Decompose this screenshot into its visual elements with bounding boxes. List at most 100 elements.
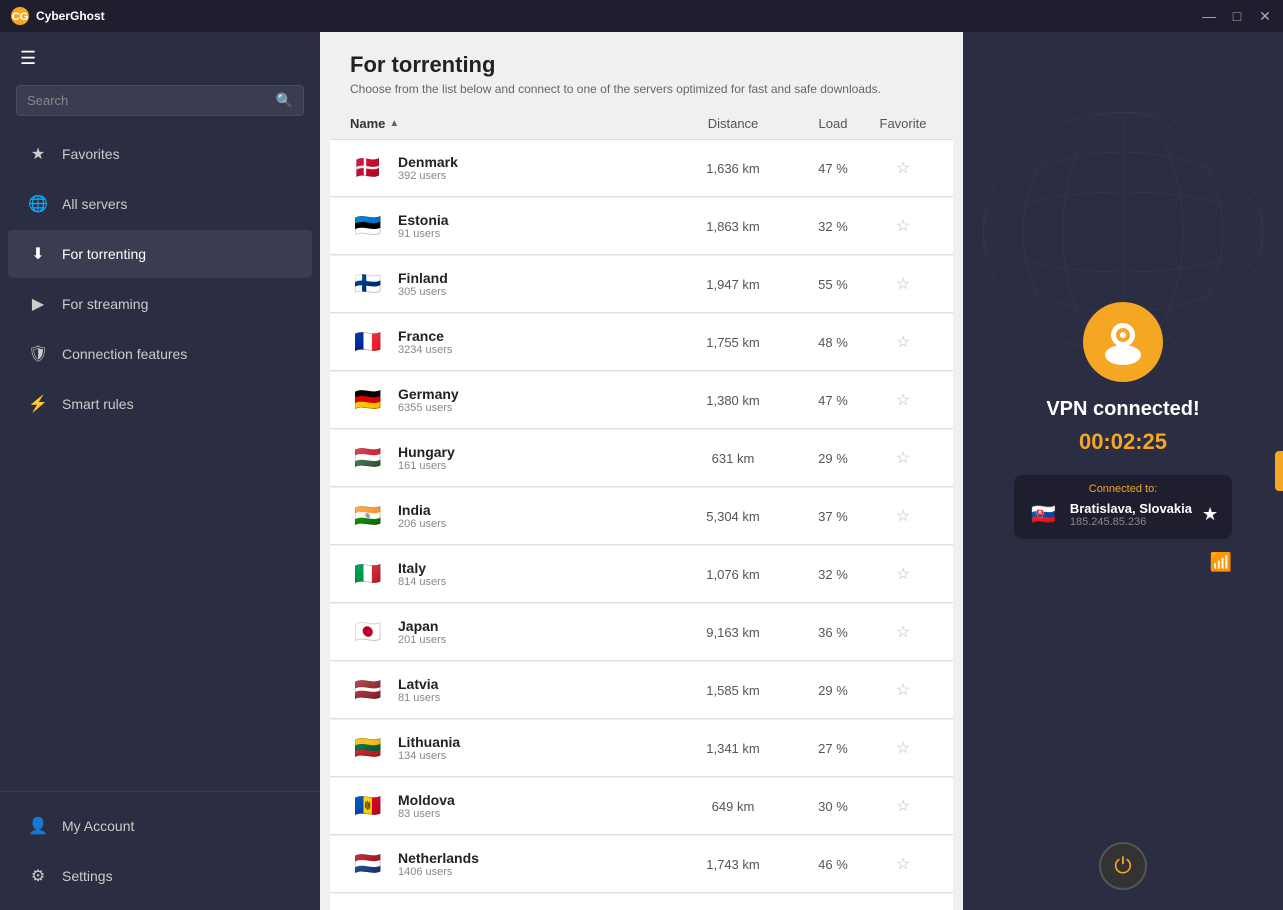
- load-value: 48 %: [793, 335, 873, 350]
- signal-bars-icon: 📶: [1210, 552, 1232, 573]
- server-rows: 🇩🇰 Denmark 392 users 1,636 km 47 % ☆ 🇪🇪 …: [330, 140, 953, 910]
- distance-value: 1,585 km: [673, 683, 793, 698]
- table-row[interactable]: 🇯🇵 Japan 201 users 9,163 km 36 % ☆: [330, 604, 953, 661]
- sidebar-item-my-account[interactable]: 👤 My Account: [8, 802, 312, 850]
- flag-moldova: 🇲🇩: [350, 788, 386, 824]
- flag-japan: 🇯🇵: [350, 614, 386, 650]
- user-count: 134 users: [398, 750, 673, 762]
- vpn-timer: 00:02:25: [1079, 429, 1167, 455]
- search-icon: 🔍: [276, 92, 293, 109]
- sidebar-item-settings[interactable]: ⚙ Settings: [8, 852, 312, 900]
- sidebar-item-favorites[interactable]: ★ Favorites: [8, 130, 312, 178]
- favorite-star-icon[interactable]: ☆: [873, 796, 933, 816]
- distance-value: 1,743 km: [673, 857, 793, 872]
- connected-ip: 185.245.85.236: [1070, 516, 1192, 528]
- sidebar-item-smart-rules[interactable]: ⚡ Smart rules: [8, 380, 312, 428]
- server-info: Finland 305 users: [398, 270, 673, 298]
- distance-value: 1,947 km: [673, 277, 793, 292]
- server-info: Moldova 83 users: [398, 792, 673, 820]
- distance-value: 1,636 km: [673, 161, 793, 176]
- sort-arrow-icon: ▲: [389, 118, 399, 129]
- load-value: 29 %: [793, 683, 873, 698]
- table-row[interactable]: 🇱🇹 Lithuania 134 users 1,341 km 27 % ☆: [330, 720, 953, 777]
- expand-panel-button[interactable]: »: [1275, 451, 1283, 491]
- favorite-star-icon[interactable]: ☆: [873, 564, 933, 584]
- favorite-star-icon[interactable]: ☆: [873, 622, 933, 642]
- table-row[interactable]: 🇪🇪 Estonia 91 users 1,863 km 32 % ☆: [330, 198, 953, 255]
- table-row[interactable]: 🇮🇳 India 206 users 5,304 km 37 % ☆: [330, 488, 953, 545]
- content-area: For torrenting Choose from the list belo…: [320, 32, 963, 910]
- table-row[interactable]: 🇲🇩 Moldova 83 users 649 km 30 % ☆: [330, 778, 953, 835]
- hamburger-button[interactable]: ☰: [0, 32, 320, 85]
- favorite-star-icon[interactable]: ☆: [873, 738, 933, 758]
- app-logo: CG CyberGhost: [10, 6, 105, 26]
- cyberghost-logo: [1083, 302, 1163, 382]
- favorite-star-icon[interactable]: ☆: [873, 448, 933, 468]
- favorite-star-icon[interactable]: ☆: [873, 506, 933, 526]
- favorite-star-icon[interactable]: ☆: [873, 680, 933, 700]
- distance-value: 5,304 km: [673, 509, 793, 524]
- server-info: Hungary 161 users: [398, 444, 673, 472]
- table-row[interactable]: 🇱🇻 Latvia 81 users 1,585 km 29 % ☆: [330, 662, 953, 719]
- user-count: 305 users: [398, 286, 673, 298]
- right-panel: VPN connected! 00:02:25 Connected to: 🇸🇰…: [963, 32, 1283, 910]
- search-container: 🔍: [16, 85, 304, 116]
- distance-value: 1,076 km: [673, 567, 793, 582]
- nav-icon-favorites: ★: [28, 144, 48, 164]
- country-name: Denmark: [398, 154, 673, 170]
- table-row[interactable]: 🇭🇺 Hungary 161 users 631 km 29 % ☆: [330, 430, 953, 487]
- table-row[interactable]: 🇫🇮 Finland 305 users 1,947 km 55 % ☆: [330, 256, 953, 313]
- favorite-star-icon[interactable]: ☆: [873, 274, 933, 294]
- sidebar-item-for-streaming[interactable]: ▶ For streaming: [8, 280, 312, 328]
- nav-icon-for-torrenting: ⬇: [28, 244, 48, 264]
- flag-estonia: 🇪🇪: [350, 208, 386, 244]
- flag-india: 🇮🇳: [350, 498, 386, 534]
- table-header: Name ▲ Distance Load Favorite: [330, 108, 953, 140]
- table-row[interactable]: 🇩🇰 Denmark 392 users 1,636 km 47 % ☆: [330, 140, 953, 197]
- maximize-button[interactable]: □: [1229, 8, 1245, 24]
- favorite-star-icon[interactable]: ☆: [873, 158, 933, 178]
- sidebar-item-connection-features[interactable]: 🛡 Connection features: [8, 330, 312, 378]
- column-name[interactable]: Name ▲: [350, 116, 673, 131]
- user-count: 206 users: [398, 518, 673, 530]
- vpn-status-text: VPN connected!: [1046, 398, 1199, 421]
- load-value: 55 %: [793, 277, 873, 292]
- server-info: Lithuania 134 users: [398, 734, 673, 762]
- table-row[interactable]: 🇳🇴 Norway 396 users 2,095 km 47 % ☆: [330, 894, 953, 910]
- minimize-button[interactable]: —: [1201, 8, 1217, 24]
- connected-star-icon[interactable]: ★: [1202, 504, 1218, 525]
- sidebar-item-for-torrenting[interactable]: ⬇ For torrenting: [8, 230, 312, 278]
- favorite-star-icon[interactable]: ☆: [873, 390, 933, 410]
- distance-value: 1,341 km: [673, 741, 793, 756]
- load-value: 27 %: [793, 741, 873, 756]
- user-count: 814 users: [398, 576, 673, 588]
- close-button[interactable]: ✕: [1257, 8, 1273, 24]
- power-button[interactable]: ⏻: [1099, 842, 1147, 890]
- favorite-star-icon[interactable]: ☆: [873, 216, 933, 236]
- load-value: 37 %: [793, 509, 873, 524]
- country-name: Lithuania: [398, 734, 673, 750]
- favorite-star-icon[interactable]: ☆: [873, 854, 933, 874]
- flag-germany: 🇩🇪: [350, 382, 386, 418]
- page-subtitle: Choose from the list below and connect t…: [350, 82, 933, 96]
- nav-label-for-streaming: For streaming: [62, 296, 148, 312]
- flag-hungary: 🇭🇺: [350, 440, 386, 476]
- connected-info: Bratislava, Slovakia 185.245.85.236: [1070, 501, 1192, 528]
- column-favorite: Favorite: [873, 116, 933, 131]
- search-input[interactable]: [27, 93, 268, 108]
- titlebar: CG CyberGhost — □ ✕: [0, 0, 1283, 32]
- user-count: 83 users: [398, 808, 673, 820]
- sidebar-item-all-servers[interactable]: 🌐 All servers: [8, 180, 312, 228]
- distance-value: 9,163 km: [673, 625, 793, 640]
- favorite-star-icon[interactable]: ☆: [873, 332, 933, 352]
- table-row[interactable]: 🇫🇷 France 3234 users 1,755 km 48 % ☆: [330, 314, 953, 371]
- table-row[interactable]: 🇩🇪 Germany 6355 users 1,380 km 47 % ☆: [330, 372, 953, 429]
- table-row[interactable]: 🇮🇹 Italy 814 users 1,076 km 32 % ☆: [330, 546, 953, 603]
- column-distance: Distance: [673, 116, 793, 131]
- table-row[interactable]: 🇳🇱 Netherlands 1406 users 1,743 km 46 % …: [330, 836, 953, 893]
- flag-denmark: 🇩🇰: [350, 150, 386, 186]
- country-name: Latvia: [398, 676, 673, 692]
- main-layout: ☰ 🔍 ★ Favorites🌐 All servers⬇ For torren…: [0, 32, 1283, 910]
- user-count: 91 users: [398, 228, 673, 240]
- nav-label-smart-rules: Smart rules: [62, 396, 134, 412]
